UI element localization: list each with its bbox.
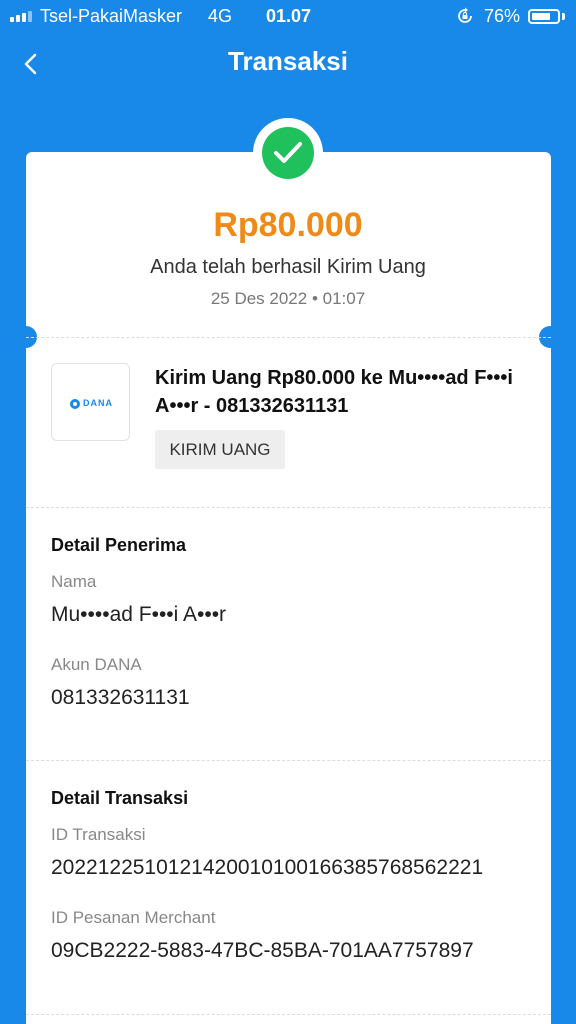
dana-logo: DANA <box>51 363 130 441</box>
recipient-section-title: Detail Penerima <box>51 535 187 555</box>
recipient-account-label: Akun DANA <box>51 655 142 674</box>
battery-icon <box>528 9 560 24</box>
rotation-lock-icon <box>458 7 472 23</box>
network-type: 4G <box>208 6 233 26</box>
recipient-account-value: 081332631131 <box>51 686 190 709</box>
transaction-type-badge: KIRIM UANG <box>155 430 285 469</box>
recipient-name-label: Nama <box>51 572 97 591</box>
logo-text: DANA <box>83 398 113 408</box>
divider <box>26 337 551 338</box>
receipt-card <box>26 152 551 1024</box>
signal-icon <box>10 11 32 22</box>
check-circle-icon <box>262 127 314 179</box>
divider <box>26 1014 551 1015</box>
transaction-id-label: ID Transaksi <box>51 825 146 844</box>
status-message: Anda telah berhasil Kirim Uang <box>150 256 426 278</box>
transaction-amount: Rp80.000 <box>213 206 363 244</box>
status-bar: Tsel-PakaiMasker 4G 01.07 76% <box>0 0 576 32</box>
page-title: Transaksi <box>228 46 348 76</box>
transaction-title: Kirim Uang Rp80.000 ke Mu••••ad F•••i A•… <box>155 367 513 417</box>
battery-percent: 76% <box>484 6 521 26</box>
divider <box>26 507 551 508</box>
merchant-order-id-value: 09CB2222-5883-47BC-85BA-701AA7757897 <box>51 939 474 962</box>
transaction-datetime: 25 Des 2022 • 01:07 <box>210 289 366 308</box>
status-time: 01.07 <box>266 6 312 26</box>
merchant-order-id-label: ID Pesanan Merchant <box>51 908 216 927</box>
transaction-id-value: 2022122510121420010100166385768562221 <box>51 856 484 879</box>
recipient-name-value: Mu••••ad F•••i A•••r <box>51 603 227 626</box>
carrier-name: Tsel-PakaiMasker <box>40 6 183 26</box>
details-section-title: Detail Transaksi <box>51 788 189 808</box>
divider <box>26 760 551 761</box>
